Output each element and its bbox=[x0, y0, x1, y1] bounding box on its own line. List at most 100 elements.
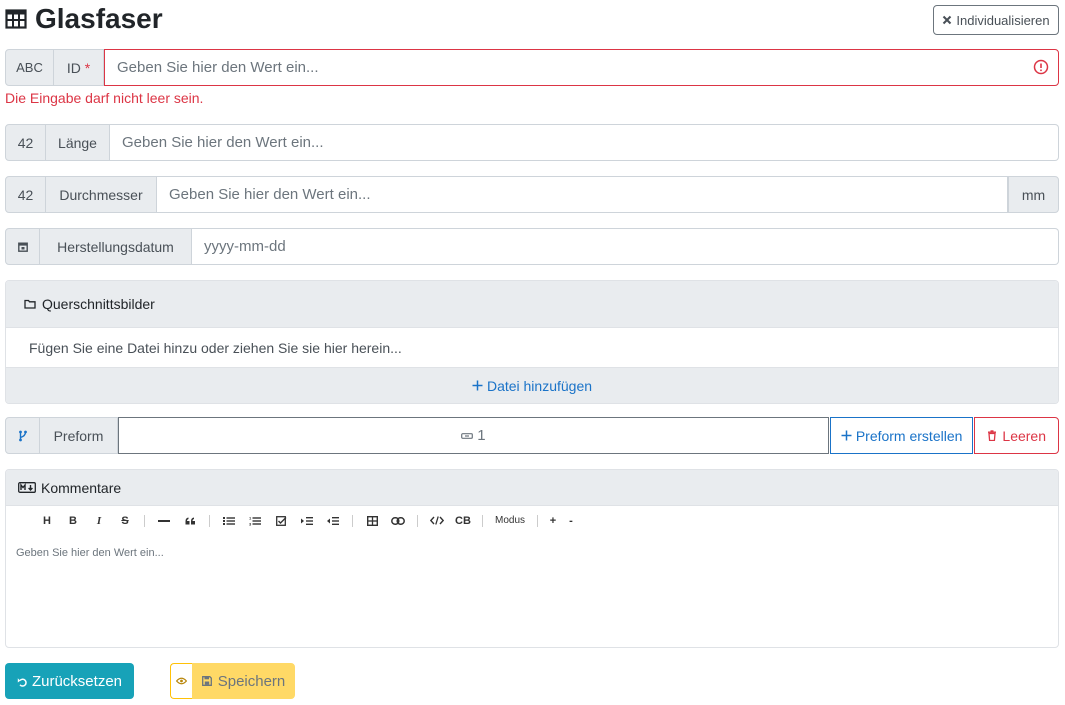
length-input[interactable] bbox=[110, 124, 1059, 161]
code-button[interactable] bbox=[424, 510, 450, 532]
mode-button[interactable]: Modus bbox=[489, 510, 531, 532]
outdent-icon bbox=[327, 516, 339, 525]
comments-card-header: Kommentare bbox=[6, 470, 1058, 505]
toolbar-separator bbox=[482, 514, 483, 527]
close-icon bbox=[943, 15, 952, 25]
id-field-group: ABC ID * bbox=[5, 49, 1059, 86]
code-icon bbox=[430, 516, 444, 525]
indent-button[interactable] bbox=[294, 510, 320, 532]
page-title-text: Glasfaser bbox=[35, 3, 163, 34]
save-icon bbox=[201, 676, 212, 686]
id-error-message: Die Eingabe darf nicht leer sein. bbox=[5, 90, 204, 106]
table-icon bbox=[366, 515, 378, 526]
page-title: Glasfaser bbox=[5, 2, 163, 36]
page-header: Glasfaser Individualisieren bbox=[5, 0, 1059, 40]
diameter-label: Durchmesser bbox=[46, 176, 157, 213]
numbered-list-icon: 1 3 bbox=[249, 516, 261, 526]
comments-card: Kommentare H B I S 1 3 CB Modus + - Gebe… bbox=[5, 469, 1059, 648]
preform-select[interactable]: 1 bbox=[118, 417, 829, 454]
comment-editor[interactable]: Geben Sie hier den Wert ein... bbox=[6, 535, 1058, 647]
numbered-list-button[interactable]: 1 3 bbox=[242, 510, 268, 532]
create-preform-button[interactable]: Preform erstellen bbox=[829, 417, 974, 454]
date-label: Herstellungsdatum bbox=[40, 228, 192, 265]
table-icon bbox=[5, 9, 27, 29]
horizontal-rule-icon bbox=[158, 519, 170, 522]
indent-icon bbox=[301, 516, 313, 525]
link-icon bbox=[391, 516, 405, 525]
length-type-badge: 42 bbox=[5, 124, 46, 161]
toolbar-separator bbox=[352, 514, 353, 527]
heading-button[interactable]: H bbox=[34, 510, 60, 532]
images-card-header: Querschnittsbilder bbox=[6, 281, 1058, 327]
svg-text:1: 1 bbox=[249, 516, 252, 521]
undo-icon bbox=[17, 677, 27, 687]
images-card-title: Querschnittsbilder bbox=[42, 296, 155, 312]
markdown-icon bbox=[18, 482, 36, 493]
zoom-out-button[interactable]: - bbox=[562, 510, 580, 532]
table-button[interactable] bbox=[359, 510, 385, 532]
date-input[interactable] bbox=[192, 228, 1059, 265]
save-button-group: Speichern bbox=[170, 663, 295, 699]
diameter-type-badge: 42 bbox=[5, 176, 46, 213]
id-input[interactable] bbox=[104, 49, 1059, 86]
id-label-text: ID bbox=[66, 59, 81, 76]
eye-icon bbox=[176, 677, 187, 685]
id-input-wrapper bbox=[104, 49, 1059, 86]
preform-field-group: Preform 1 Preform erstellen Leeren bbox=[5, 417, 1059, 454]
svg-text:3: 3 bbox=[249, 521, 252, 526]
checkbox-icon bbox=[275, 515, 286, 526]
plus-icon bbox=[841, 430, 852, 441]
code-block-button[interactable]: CB bbox=[450, 510, 476, 532]
create-preform-label: Preform erstellen bbox=[855, 427, 963, 444]
preform-label: Preform bbox=[40, 417, 118, 454]
italic-button[interactable]: I bbox=[86, 510, 112, 532]
error-icon bbox=[1033, 59, 1049, 75]
editor-toolbar: H B I S 1 3 CB Modus + - bbox=[6, 505, 1058, 535]
outdent-button[interactable] bbox=[320, 510, 346, 532]
toolbar-separator bbox=[537, 514, 539, 527]
reset-button-label: Zurücksetzen bbox=[31, 672, 123, 690]
diameter-input[interactable] bbox=[157, 176, 1008, 213]
plus-icon bbox=[472, 380, 483, 391]
link-icon bbox=[461, 432, 474, 439]
date-field-group: Herstellungsdatum bbox=[5, 228, 1059, 265]
calendar-icon bbox=[17, 242, 28, 252]
toolbar-separator bbox=[417, 514, 418, 527]
quote-button[interactable] bbox=[177, 510, 203, 532]
toolbar-separator bbox=[144, 514, 145, 527]
strikethrough-button[interactable]: S bbox=[112, 510, 138, 532]
id-type-badge: ABC bbox=[5, 49, 54, 86]
save-button[interactable]: Speichern bbox=[192, 663, 295, 699]
id-label: ID * bbox=[54, 49, 104, 86]
file-drop-zone[interactable]: Fügen Sie eine Datei hinzu oder ziehen S… bbox=[6, 327, 1058, 367]
customize-button[interactable]: Individualisieren bbox=[933, 5, 1059, 35]
folder-icon bbox=[24, 299, 36, 309]
quote-icon bbox=[185, 517, 195, 524]
calendar-badge bbox=[5, 228, 40, 265]
zoom-in-button[interactable]: + bbox=[544, 510, 562, 532]
customize-button-label: Individualisieren bbox=[956, 12, 1050, 28]
toolbar-separator bbox=[209, 514, 210, 527]
bullet-list-button[interactable] bbox=[216, 510, 242, 532]
clear-preform-button[interactable]: Leeren bbox=[974, 417, 1059, 454]
branch-icon bbox=[18, 430, 27, 441]
comments-card-title: Kommentare bbox=[41, 479, 122, 496]
horizontal-rule-button[interactable] bbox=[151, 510, 177, 532]
add-file-label: Datei hinzufügen bbox=[486, 377, 593, 394]
required-mark: * bbox=[84, 59, 91, 76]
diameter-unit: mm bbox=[1008, 176, 1059, 213]
preview-button[interactable] bbox=[170, 663, 192, 699]
add-file-button[interactable]: Datei hinzufügen bbox=[6, 367, 1058, 403]
trash-icon bbox=[988, 430, 997, 441]
reset-button[interactable]: Zurücksetzen bbox=[5, 663, 134, 699]
length-field-group: 42 Länge bbox=[5, 124, 1059, 161]
bold-button[interactable]: B bbox=[60, 510, 86, 532]
task-list-button[interactable] bbox=[268, 510, 294, 532]
preform-value: 1 bbox=[477, 427, 486, 444]
bullet-list-icon bbox=[223, 516, 235, 525]
link-button[interactable] bbox=[385, 510, 411, 532]
branch-badge bbox=[5, 417, 40, 454]
images-card: Querschnittsbilder Fügen Sie eine Datei … bbox=[5, 280, 1059, 404]
length-label: Länge bbox=[46, 124, 110, 161]
save-button-label: Speichern bbox=[217, 672, 286, 690]
